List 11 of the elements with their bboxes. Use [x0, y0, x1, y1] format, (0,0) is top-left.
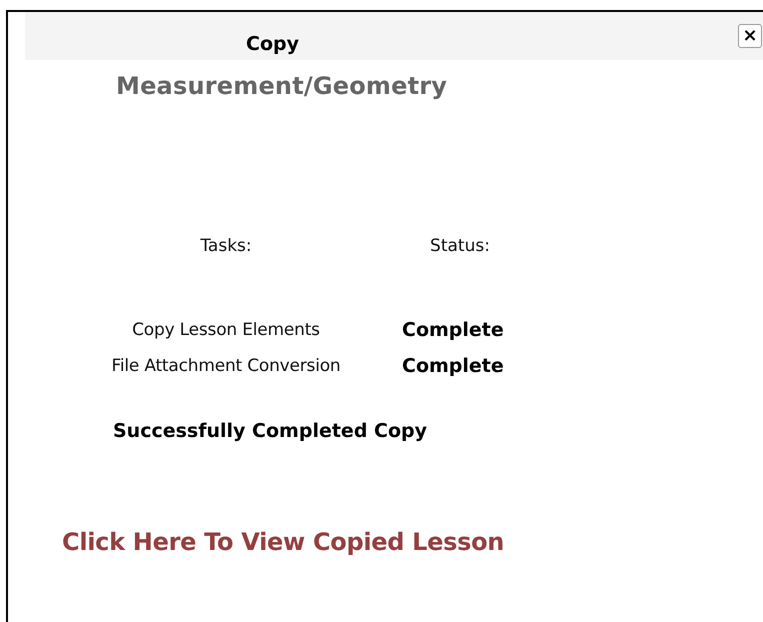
- task-status: Complete: [402, 354, 505, 379]
- lesson-title: Measurement/Geometry: [116, 72, 448, 100]
- task-name: Copy Lesson Elements: [131, 319, 321, 342]
- column-header: Tasks:: [199, 236, 253, 256]
- view-lesson-link[interactable]: Click Here To View Copied Lesson: [62, 528, 504, 556]
- success-message: Successfully Completed Copy: [113, 420, 428, 442]
- task-status: Complete: [402, 318, 505, 343]
- dialog-title: Copy: [246, 32, 299, 55]
- close-button[interactable]: ×: [738, 24, 762, 48]
- column-header: Status:: [429, 236, 491, 256]
- task-name: File Attachment Conversion: [110, 355, 342, 378]
